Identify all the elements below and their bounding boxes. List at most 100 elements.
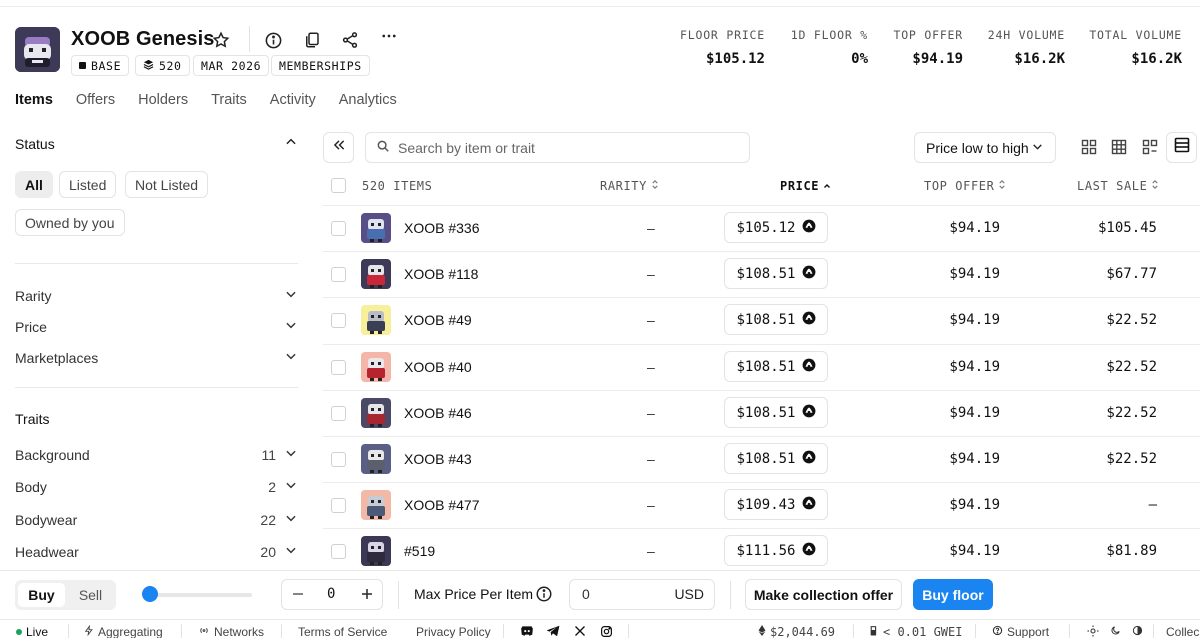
table-row[interactable]: XOOB #477 – $109.43 $94.19 – — [323, 482, 1200, 528]
trait-headwear[interactable]: Headwear 20 — [15, 543, 298, 560]
item-price-button[interactable]: $108.51 — [724, 351, 828, 382]
select-all-checkbox[interactable] — [331, 178, 346, 193]
nft-thumbnail[interactable] — [361, 444, 391, 474]
table-row[interactable]: XOOB #118 – $108.51 $94.19 $67.77 — [323, 251, 1200, 297]
item-price-button[interactable]: $109.43 — [724, 489, 828, 520]
item-price-button[interactable]: $108.51 — [724, 443, 828, 474]
system-theme-icon[interactable] — [1132, 625, 1143, 636]
row-checkbox[interactable] — [331, 360, 346, 375]
info-icon[interactable] — [261, 28, 285, 52]
status-not-listed-button[interactable]: Not Listed — [125, 171, 209, 198]
row-checkbox[interactable] — [331, 544, 346, 559]
sell-tab[interactable]: Sell — [67, 583, 114, 607]
table-row[interactable]: XOOB #46 – $108.51 $94.19 $22.52 — [323, 390, 1200, 436]
item-name[interactable]: XOOB #118 — [404, 266, 478, 282]
more-options-icon[interactable] — [377, 24, 401, 48]
column-top-offer-header[interactable]: TOP OFFER — [924, 179, 1006, 193]
status-filter-header[interactable]: Status — [15, 135, 298, 152]
column-last-sale-header[interactable]: LAST SALE — [1077, 179, 1159, 193]
filter-marketplaces[interactable]: Marketplaces — [15, 349, 298, 366]
nft-thumbnail[interactable] — [361, 213, 391, 243]
support-link[interactable]: Support — [992, 625, 1049, 638]
row-checkbox[interactable] — [331, 452, 346, 467]
privacy-link[interactable]: Privacy Policy — [416, 625, 491, 638]
filter-rarity[interactable]: Rarity — [15, 287, 298, 304]
nft-thumbnail[interactable] — [361, 305, 391, 335]
column-rarity-header[interactable]: RARITY — [600, 179, 659, 193]
category-chip[interactable]: MEMBERSHIPS — [271, 55, 370, 76]
item-name[interactable]: #519 — [404, 543, 435, 559]
table-row[interactable]: XOOB #40 – $108.51 $94.19 $22.52 — [323, 344, 1200, 390]
copy-icon[interactable] — [300, 28, 324, 52]
nft-thumbnail[interactable] — [361, 398, 391, 428]
status-all-button[interactable]: All — [15, 171, 53, 198]
item-price-button[interactable]: $111.56 — [724, 535, 828, 566]
table-row[interactable]: #519 – $111.56 $94.19 $81.89 — [323, 528, 1200, 574]
small-grid-view-icon[interactable] — [1107, 135, 1131, 159]
table-row[interactable]: XOOB #43 – $108.51 $94.19 $22.52 — [323, 436, 1200, 482]
dark-theme-icon[interactable] — [1110, 625, 1121, 636]
favorite-star-icon[interactable] — [209, 28, 233, 52]
max-price-input[interactable]: 0 USD — [569, 579, 715, 610]
tab-holders[interactable]: Holders — [138, 92, 188, 108]
tab-analytics[interactable]: Analytics — [339, 92, 397, 108]
column-price-header[interactable]: PRICE — [780, 179, 831, 193]
nft-thumbnail[interactable] — [361, 259, 391, 289]
collections-link[interactable]: Collec — [1166, 625, 1199, 638]
filter-price[interactable]: Price — [15, 318, 298, 335]
table-row[interactable]: XOOB #49 – $108.51 $94.19 $22.52 — [323, 297, 1200, 343]
sort-dropdown[interactable]: Price low to high — [914, 132, 1056, 163]
share-icon[interactable] — [338, 28, 362, 52]
trait-background[interactable]: Background 11 — [15, 446, 298, 463]
item-name[interactable]: XOOB #336 — [404, 220, 480, 236]
nft-thumbnail[interactable] — [361, 352, 391, 382]
collapse-sidebar-button[interactable] — [323, 132, 354, 163]
minus-icon[interactable] — [291, 586, 305, 607]
sweep-slider-track[interactable] — [147, 593, 252, 597]
item-name[interactable]: XOOB #43 — [404, 451, 472, 467]
item-price-button[interactable]: $108.51 — [724, 397, 828, 428]
tab-traits[interactable]: Traits — [211, 92, 247, 108]
buy-tab[interactable]: Buy — [18, 583, 65, 607]
row-checkbox[interactable] — [331, 221, 346, 236]
plus-icon[interactable] — [360, 586, 374, 607]
sweep-slider-handle[interactable] — [142, 586, 158, 602]
networks-link[interactable]: Networks — [198, 625, 264, 638]
aggregating-link[interactable]: Aggregating — [84, 624, 163, 638]
item-name[interactable]: XOOB #49 — [404, 312, 472, 328]
row-checkbox[interactable] — [331, 406, 346, 421]
tab-activity[interactable]: Activity — [270, 92, 316, 108]
nft-thumbnail[interactable] — [361, 536, 391, 566]
row-checkbox[interactable] — [331, 313, 346, 328]
tab-offers[interactable]: Offers — [76, 92, 115, 108]
trait-body[interactable]: Body 2 — [15, 478, 298, 495]
search-box[interactable]: Search by item or trait — [365, 132, 750, 163]
status-owned-button[interactable]: Owned by you — [15, 209, 125, 236]
row-checkbox[interactable] — [331, 498, 346, 513]
light-theme-icon[interactable] — [1087, 625, 1099, 637]
terms-link[interactable]: Terms of Service — [298, 625, 387, 638]
make-collection-offer-button[interactable]: Make collection offer — [745, 579, 902, 610]
list-view-button[interactable] — [1166, 132, 1197, 163]
x-twitter-icon[interactable] — [574, 625, 586, 637]
tab-items[interactable]: Items — [15, 92, 53, 108]
item-name[interactable]: XOOB #477 — [404, 497, 480, 513]
row-checkbox[interactable] — [331, 267, 346, 282]
telegram-icon[interactable] — [546, 625, 560, 637]
nft-thumbnail[interactable] — [361, 490, 391, 520]
buy-floor-button[interactable]: Buy floor — [913, 579, 993, 610]
item-name[interactable]: XOOB #40 — [404, 359, 472, 375]
large-grid-view-icon[interactable] — [1077, 135, 1101, 159]
trait-bodywear[interactable]: Bodywear 22 — [15, 511, 298, 528]
item-price-button[interactable]: $108.51 — [724, 304, 828, 335]
compact-grid-view-icon[interactable] — [1138, 135, 1162, 159]
item-name[interactable]: XOOB #46 — [404, 405, 472, 421]
discord-icon[interactable] — [520, 625, 534, 636]
item-price-button[interactable]: $108.51 — [724, 258, 828, 289]
quantity-value[interactable]: 0 — [327, 586, 335, 602]
instagram-icon[interactable] — [600, 625, 613, 638]
info-icon[interactable] — [535, 585, 553, 608]
table-row[interactable]: XOOB #336 – $105.12 $94.19 $105.45 — [323, 205, 1200, 251]
status-listed-button[interactable]: Listed — [59, 171, 117, 198]
item-price-button[interactable]: $105.12 — [724, 212, 828, 243]
